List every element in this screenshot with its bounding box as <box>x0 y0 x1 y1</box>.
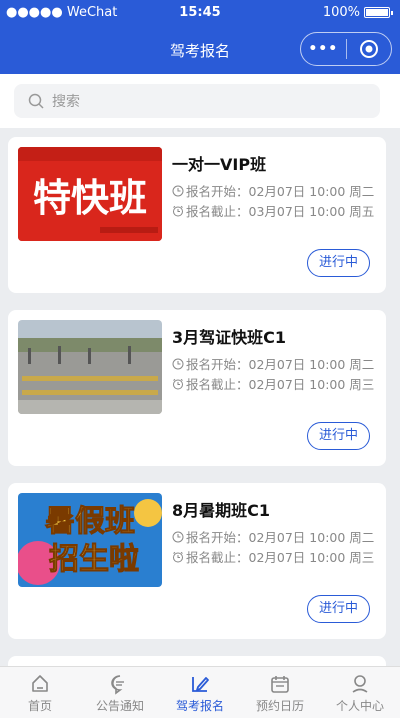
image-caption: 特快班 <box>33 176 147 220</box>
end-text: 报名截止：02月07日 10:00 周三 <box>186 550 375 565</box>
status-bar: ●●●●● WeChat 15:45 100% <box>0 0 400 26</box>
tab-exam-signup[interactable]: 驾考报名 <box>160 667 240 718</box>
start-text: 报名开始：02月07日 10:00 周二 <box>186 530 375 545</box>
course-card[interactable]: 特快班 一对一VIP班 报名开始：02月07日 10:00 周二 报名截止：03… <box>8 137 386 293</box>
signup-start: 报名开始：02月07日 10:00 周二 <box>172 354 374 373</box>
signup-end: 报名截止：02月07日 10:00 周三 <box>172 374 374 393</box>
tab-profile[interactable]: 个人中心 <box>320 667 400 718</box>
battery-area: 100% <box>322 5 393 20</box>
start-text: 报名开始：02月07日 10:00 周二 <box>186 184 375 199</box>
tab-label: 公告通知 <box>95 699 144 713</box>
mini-program-capsule: ••• <box>300 32 392 66</box>
battery-icon <box>364 7 393 18</box>
course-image: 特快班 <box>18 147 162 241</box>
search-section: 搜索 <box>0 74 400 128</box>
tab-label: 预约日历 <box>255 699 304 713</box>
user-icon <box>352 675 368 693</box>
image-caption-line2: 招生啦 <box>49 542 139 577</box>
clock-icon <box>172 358 184 369</box>
alarm-icon <box>173 205 183 216</box>
alarm-icon <box>173 551 183 562</box>
clock-icon <box>172 185 184 196</box>
course-image <box>18 320 162 414</box>
status-button[interactable]: 进行中 <box>306 595 370 623</box>
edit-icon <box>192 677 209 692</box>
signup-end: 报名截止：03月07日 10:00 周五 <box>172 201 374 220</box>
course-card[interactable]: 3月驾证快班C1 报名开始：02月07日 10:00 周二 报名截止：02月07… <box>8 310 386 466</box>
course-title: 8月暑期班C1 <box>172 501 271 520</box>
search-input[interactable]: 搜索 <box>14 84 380 118</box>
close-program-button[interactable] <box>346 39 391 59</box>
status-button[interactable]: 进行中 <box>306 422 370 450</box>
tab-label: 首页 <box>27 699 52 713</box>
course-title: 3月驾证快班C1 <box>172 328 287 347</box>
signup-end: 报名截止：02月07日 10:00 周三 <box>172 547 374 566</box>
clock-icon <box>172 531 184 542</box>
tab-label: 驾考报名 <box>175 699 224 713</box>
signup-start: 报名开始：02月07日 10:00 周二 <box>172 527 374 546</box>
battery-percent: 100% <box>322 5 360 20</box>
course-card[interactable]: 暑假班 招生啦 8月暑期班C1 报名开始：02月07日 10:00 周二 报名截… <box>8 483 386 639</box>
alarm-icon <box>173 378 183 389</box>
course-title: 一对一VIP班 <box>172 155 267 174</box>
calendar-icon <box>271 676 289 693</box>
navigation-bar: 驾考报名 ••• <box>0 26 400 74</box>
image-caption-line1: 暑假班 <box>45 504 135 539</box>
tab-label: 个人中心 <box>335 699 384 713</box>
tab-home[interactable]: 首页 <box>0 667 80 718</box>
end-text: 报名截止：02月07日 10:00 周三 <box>186 377 375 392</box>
tab-calendar[interactable]: 预约日历 <box>240 667 320 718</box>
search-icon <box>28 93 44 109</box>
more-menu-button[interactable]: ••• <box>301 41 346 57</box>
course-image: 暑假班 招生啦 <box>18 493 162 587</box>
status-button[interactable]: 进行中 <box>306 249 370 277</box>
tab-bar: 首页 公告通知 驾考报名 预约日历 个人中心 <box>0 666 400 718</box>
tab-notices[interactable]: 公告通知 <box>80 667 160 718</box>
message-icon <box>111 675 124 695</box>
search-placeholder: 搜索 <box>52 94 80 110</box>
end-text: 报名截止：03月07日 10:00 周五 <box>186 204 375 219</box>
target-icon <box>359 40 378 58</box>
home-icon <box>32 675 48 692</box>
signup-start: 报名开始：02月07日 10:00 周二 <box>172 181 374 200</box>
start-text: 报名开始：02月07日 10:00 周二 <box>186 357 375 372</box>
